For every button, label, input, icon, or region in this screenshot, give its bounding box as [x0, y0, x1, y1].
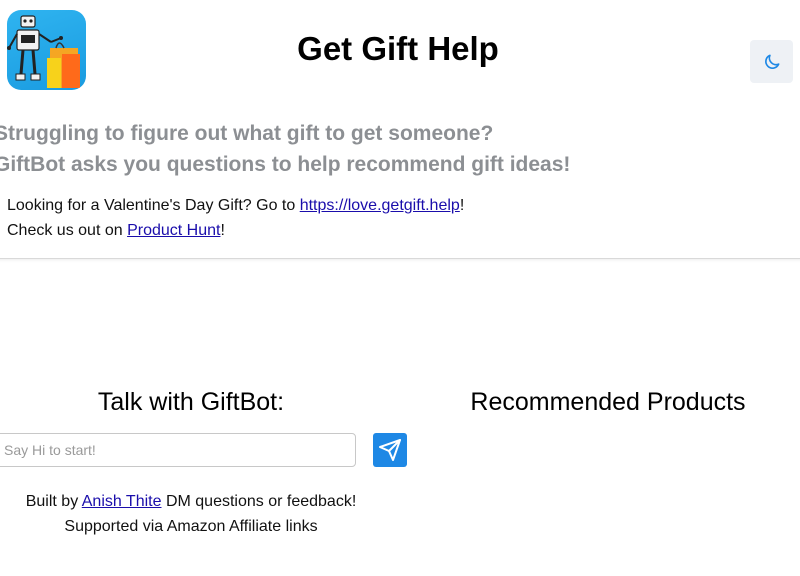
tagline: Struggling to figure out what gift to ge… [0, 118, 570, 180]
built-by-line: Built by Anish Thite DM questions or fee… [0, 489, 382, 514]
affiliate-note: Supported via Amazon Affiliate links [64, 518, 318, 535]
author-link[interactable]: Anish Thite [82, 493, 162, 510]
tagline-line-2: GiftBot asks you questions to help recom… [0, 153, 571, 176]
promo-text: Looking for a Valentine's Day Gift? Go t… [7, 193, 464, 243]
chat-heading: Talk with GiftBot: [97, 388, 285, 416]
recommended-products-heading: Recommended Products [470, 388, 746, 416]
producthunt-promo-prefix: Check us out on [7, 222, 128, 239]
moon-icon [764, 54, 779, 69]
chat-input[interactable] [0, 433, 356, 467]
page-title: Get Gift Help [297, 30, 499, 67]
producthunt-link[interactable]: Product Hunt [127, 222, 220, 239]
valentine-promo-prefix: Looking for a Valentine's Day Gift? Go t… [7, 197, 300, 214]
valentine-promo-suffix: ! [459, 197, 465, 214]
built-by-prefix: Built by [25, 493, 82, 510]
valentine-promo: Looking for a Valentine's Day Gift? Go t… [7, 193, 464, 218]
dark-mode-toggle-button[interactable] [750, 40, 793, 83]
tagline-line-1: Struggling to figure out what gift to ge… [0, 122, 494, 145]
producthunt-promo: Check us out on Product Hunt! [7, 218, 464, 243]
footer: Built by Anish Thite DM questions or fee… [0, 489, 382, 539]
paper-plane-icon [379, 439, 401, 461]
page: Get Gift Help Struggling to figure out w… [0, 0, 800, 576]
valentine-link[interactable]: https://love.getgift.help [300, 197, 460, 214]
producthunt-promo-suffix: ! [220, 222, 225, 239]
send-button[interactable] [373, 433, 407, 467]
built-by-suffix: DM questions or feedback! [161, 493, 357, 510]
header-card: Get Gift Help Struggling to figure out w… [0, 0, 800, 259]
